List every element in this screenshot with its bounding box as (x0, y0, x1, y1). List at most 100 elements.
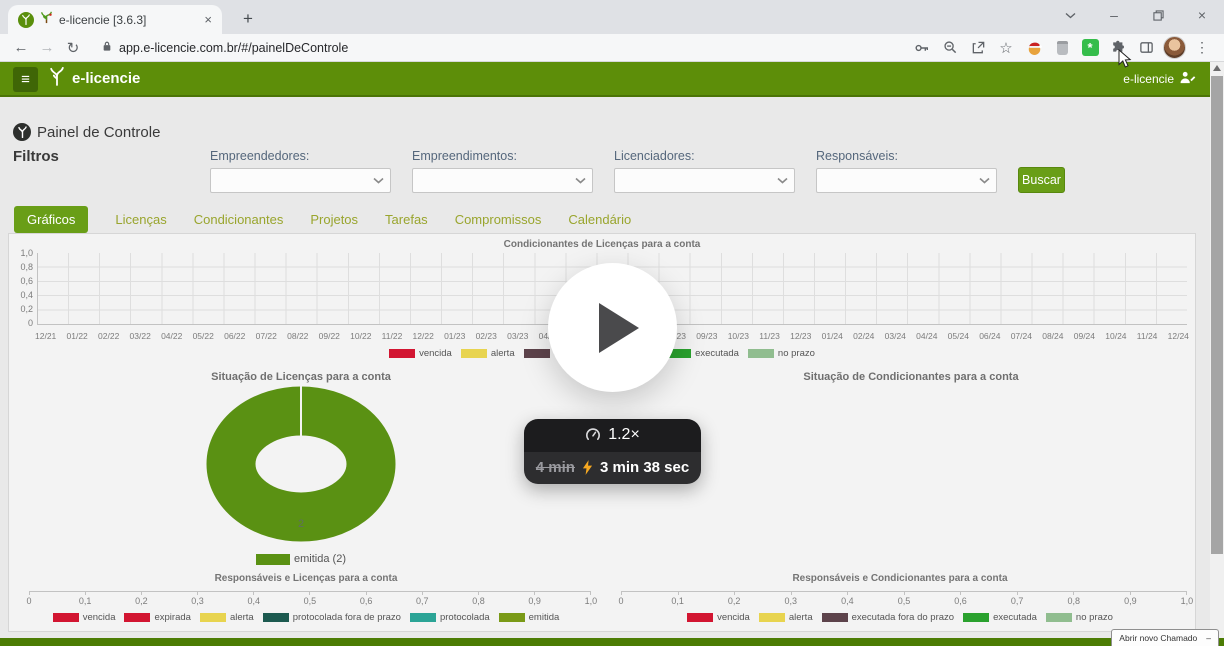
dashboard-tab[interactable]: Tarefas (385, 212, 428, 227)
x-tick-label: 03/22 (130, 331, 151, 341)
axis-tick-label: 0,6 (950, 596, 972, 606)
address-bar[interactable]: app.e-licencie.com.br/#/painelDeControle (94, 40, 900, 55)
axis-tick-label: 0,2 (723, 596, 745, 606)
resp-licenses-legend: vencida expirada alerta protocolada fora… (9, 612, 603, 623)
x-tick-label: 07/22 (256, 331, 277, 341)
filter-dropdown[interactable] (210, 168, 391, 193)
axis-tick-label: 0,3 (780, 596, 802, 606)
dashboard-tab[interactable]: Compromissos (455, 212, 542, 227)
dashboard-tab[interactable]: Licenças (115, 212, 166, 227)
mouse-cursor (1118, 49, 1132, 69)
axis-tick (1186, 592, 1187, 595)
search-button[interactable]: Buscar (1018, 167, 1065, 193)
chevron-down-icon (575, 177, 586, 184)
legend-label: emitida (2) (294, 553, 346, 565)
original-duration: 4 min (536, 459, 575, 476)
axis-tick (791, 592, 792, 595)
axis-tick-label: 0,9 (1119, 596, 1141, 606)
x-tick-label: 01/24 (822, 331, 843, 341)
x-tick-label: 06/22 (224, 331, 245, 341)
window-close-icon[interactable]: × (1180, 0, 1224, 30)
axis-tick (734, 592, 735, 595)
axis-tick-label: 0,1 (74, 596, 96, 606)
back-icon[interactable]: ← (8, 39, 34, 56)
lightning-bolt-icon (582, 460, 593, 475)
x-tick-label: 12/22 (413, 331, 434, 341)
browser-menu-icon[interactable]: ⋮ (1188, 35, 1216, 61)
speed-gauge-icon (585, 427, 601, 443)
legend-swatch (53, 613, 79, 622)
y-tick-label: 0,2 (20, 304, 33, 314)
extension-santa-icon[interactable] (1020, 35, 1048, 61)
filter-label: Empreendimentos: (412, 149, 593, 163)
dashboard-tab[interactable]: Calendário (568, 212, 631, 227)
x-tick-label: 12/23 (790, 331, 811, 341)
filter-label: Licenciadores: (614, 149, 795, 163)
filter-dropdown[interactable] (412, 168, 593, 193)
axis-tick-label: 0,4 (836, 596, 858, 606)
axis-tick-label: 0 (18, 596, 40, 606)
filter-group: Licenciadores: (614, 149, 795, 193)
browser-tab[interactable]: e-licencie [3.6.3] × (8, 5, 222, 34)
dashboard-tab[interactable]: Projetos (310, 212, 358, 227)
x-tick-label: 05/22 (193, 331, 214, 341)
x-tick-label: 08/22 (287, 331, 308, 341)
tab-title: e-licencie [3.6.3] (59, 13, 198, 27)
scrollbar-up-icon[interactable] (1213, 65, 1221, 71)
tab-close-icon[interactable]: × (204, 12, 212, 27)
extension-green-asterisk-icon[interactable]: * (1076, 35, 1104, 61)
zoom-indicator-icon[interactable] (936, 35, 964, 61)
window-controls: – × (1048, 0, 1224, 30)
x-tick-label: 04/22 (161, 331, 182, 341)
filter-label: Empreendedores: (210, 149, 391, 163)
filters-heading: Filtros (13, 148, 59, 165)
legend-item: no prazo (748, 348, 815, 359)
axis-tick (1073, 592, 1074, 595)
resp-conditions-title: Responsáveis e Condicionantes para a con… (603, 573, 1197, 584)
dashboard-tab[interactable]: Condicionantes (194, 212, 284, 227)
dashboard-tab[interactable]: Gráficos (14, 206, 88, 233)
legend-swatch (963, 613, 989, 622)
profile-avatar[interactable] (1160, 35, 1188, 61)
widget-minimize-icon[interactable]: – (1206, 633, 1211, 643)
x-tick-label: 09/24 (1074, 331, 1095, 341)
brand-name: e-licencie (72, 70, 140, 87)
legend-swatch (256, 554, 290, 565)
legend-label: protocolada (440, 612, 490, 623)
legend-label: executada (993, 612, 1037, 623)
account-menu[interactable]: e-licencie (1123, 71, 1196, 87)
new-tab-button[interactable]: + (236, 7, 260, 31)
elicencie-tree-logo-icon (48, 66, 66, 90)
window-minimize-icon[interactable]: – (1092, 0, 1136, 30)
window-chevron-icon[interactable] (1048, 0, 1092, 30)
video-speed-pill[interactable]: 1.2× 4 min 3 min 38 sec (524, 419, 701, 484)
legend-label: emitida (529, 612, 560, 623)
filter-dropdown[interactable] (614, 168, 795, 193)
legend-swatch (524, 349, 550, 358)
page-title: Painel de Controle (13, 123, 160, 141)
legend-label: alerta (230, 612, 254, 623)
open-ticket-button[interactable]: Abrir novo Chamado – (1111, 629, 1219, 646)
x-tick-label: 08/24 (1042, 331, 1063, 341)
axis-tick (904, 592, 905, 595)
elicencie-circle-logo-icon (18, 12, 34, 28)
legend-item: emitida (2) (256, 553, 346, 565)
x-tick-label: 07/24 (1011, 331, 1032, 341)
axis-tick (1017, 592, 1018, 595)
filter-dropdown[interactable] (816, 168, 997, 193)
axis-tick-label: 0,4 (243, 596, 265, 606)
extension-trash-icon[interactable] (1048, 35, 1076, 61)
share-icon[interactable] (964, 35, 992, 61)
x-tick-label: 03/23 (507, 331, 528, 341)
video-play-button[interactable] (548, 263, 677, 392)
scrollbar-thumb[interactable] (1211, 76, 1223, 554)
page-scrollbar[interactable] (1210, 62, 1224, 646)
window-restore-icon[interactable] (1136, 0, 1180, 30)
reload-icon[interactable]: ↻ (60, 39, 86, 57)
axis-tick-label: 0 (610, 596, 632, 606)
side-panel-icon[interactable] (1132, 35, 1160, 61)
bookmark-star-icon[interactable]: ☆ (992, 35, 1020, 61)
hamburger-menu-button[interactable]: ≡ (13, 67, 38, 92)
password-key-icon[interactable] (908, 35, 936, 61)
forward-icon[interactable]: → (34, 39, 60, 56)
